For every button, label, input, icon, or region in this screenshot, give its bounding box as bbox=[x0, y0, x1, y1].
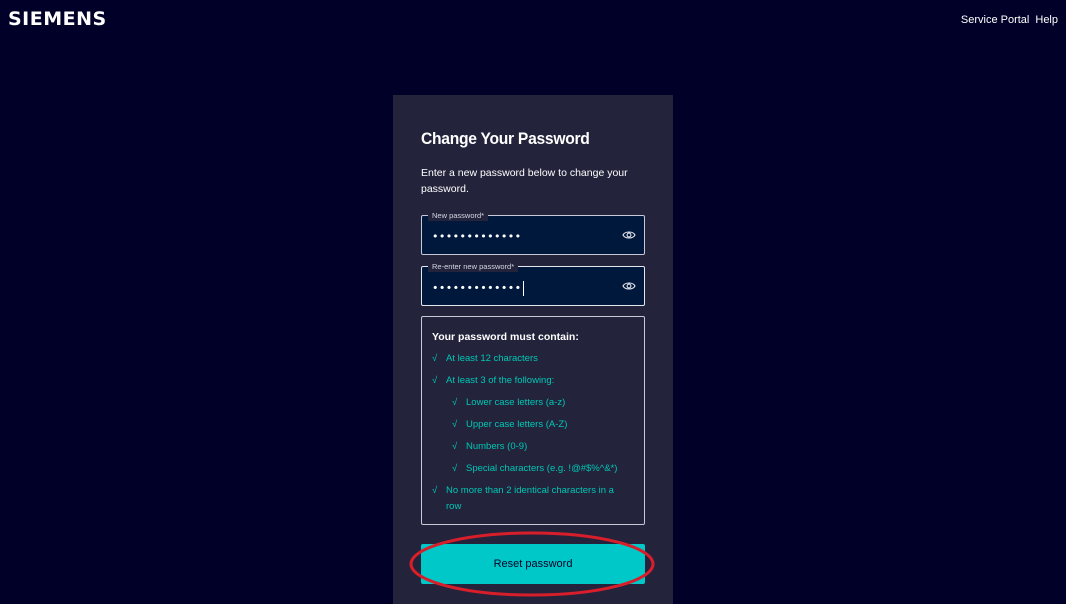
requirement-item: √ Lower case letters (a-z) bbox=[452, 395, 637, 411]
requirement-item: √ Upper case letters (A-Z) bbox=[452, 417, 637, 433]
siemens-logo: SIEMENS bbox=[8, 8, 107, 30]
requirement-text: At least 12 characters bbox=[446, 353, 538, 364]
eye-icon[interactable] bbox=[622, 229, 636, 241]
page: SIEMENS Service Portal Help Change Your … bbox=[0, 0, 1066, 604]
requirement-item: √ At least 3 of the following: bbox=[432, 373, 632, 389]
help-link[interactable]: Help bbox=[1035, 14, 1058, 26]
requirement-item: √ No more than 2 identical characters in… bbox=[432, 483, 627, 515]
new-password-value: ••••••••••••• bbox=[432, 230, 522, 243]
text-caret bbox=[522, 281, 524, 296]
requirements-title: Your password must contain: bbox=[432, 331, 579, 343]
new-password-input[interactable]: ••••••••••••• bbox=[432, 230, 612, 246]
check-icon: √ bbox=[452, 419, 458, 430]
requirement-text: Lower case letters (a-z) bbox=[466, 397, 566, 408]
top-nav: Service Portal Help bbox=[961, 14, 1058, 26]
confirm-password-value: ••••••••••••• bbox=[432, 281, 522, 295]
confirm-password-label: Re-enter new password* bbox=[428, 261, 519, 272]
confirm-password-field[interactable]: Re-enter new password* ••••••••••••• bbox=[421, 261, 645, 306]
confirm-password-input[interactable]: ••••••••••••• bbox=[432, 281, 612, 297]
password-requirements: Your password must contain: √ At least 1… bbox=[421, 316, 645, 525]
check-icon: √ bbox=[432, 375, 438, 386]
check-icon: √ bbox=[452, 397, 458, 408]
form-description: Enter a new password below to change you… bbox=[421, 167, 628, 195]
change-password-card: Change Your Password Enter a new passwor… bbox=[393, 95, 673, 604]
page-title: Change Your Password bbox=[421, 129, 590, 148]
requirement-text: Special characters (e.g. !@#$%^&*) bbox=[466, 463, 618, 474]
reset-password-button[interactable]: Reset password bbox=[421, 544, 645, 584]
requirement-item: √ Numbers (0-9) bbox=[452, 439, 637, 455]
check-icon: √ bbox=[452, 463, 458, 474]
requirement-text: Numbers (0-9) bbox=[466, 441, 528, 452]
check-icon: √ bbox=[432, 485, 438, 496]
check-icon: √ bbox=[432, 353, 438, 364]
requirement-item: √ Special characters (e.g. !@#$%^&*) bbox=[452, 461, 637, 477]
requirement-text: Upper case letters (A-Z) bbox=[466, 419, 568, 430]
requirement-item: √ At least 12 characters bbox=[432, 351, 632, 367]
new-password-label: New password* bbox=[428, 210, 489, 221]
requirement-text: No more than 2 identical characters in a… bbox=[446, 485, 614, 512]
eye-icon[interactable] bbox=[622, 280, 636, 292]
requirement-text: At least 3 of the following: bbox=[446, 375, 555, 386]
service-portal-link[interactable]: Service Portal bbox=[961, 14, 1029, 26]
new-password-field[interactable]: New password* ••••••••••••• bbox=[421, 210, 645, 255]
check-icon: √ bbox=[452, 441, 458, 452]
